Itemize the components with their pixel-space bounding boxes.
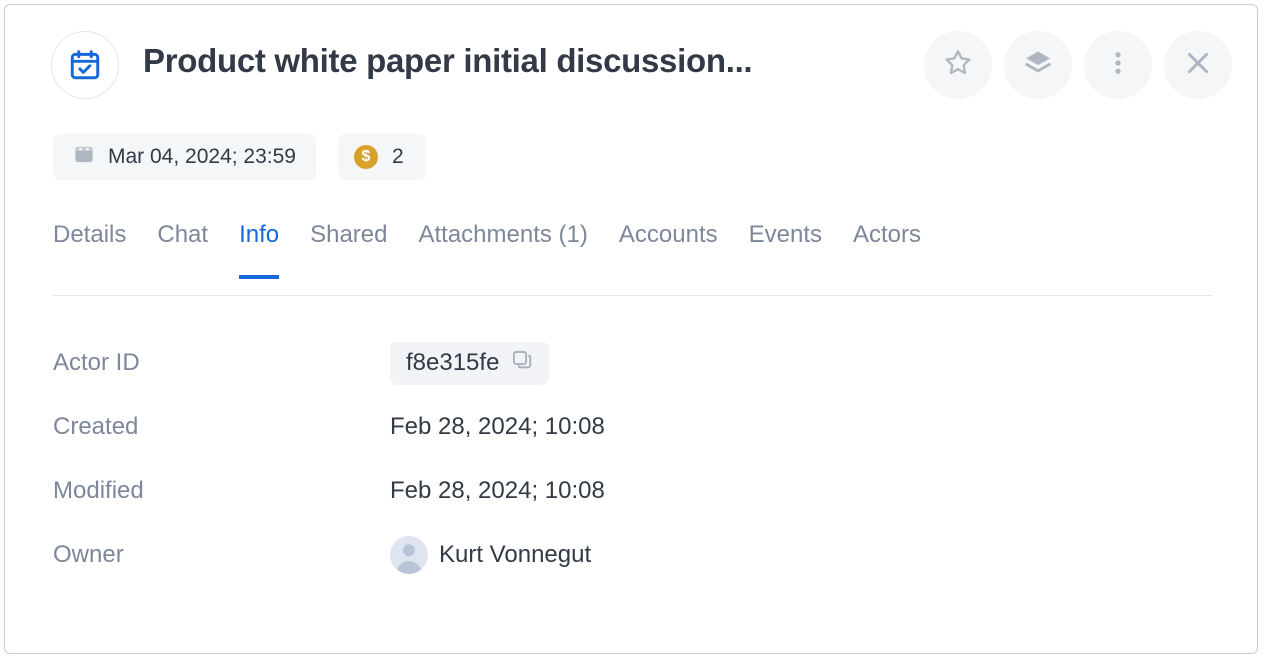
info-row-actor-id: Actor ID f8e315fe <box>53 331 1153 395</box>
tab-chat[interactable]: Chat <box>157 221 208 279</box>
tab-bar: Details Chat Info Shared Attachments (1)… <box>53 221 921 279</box>
tab-attachments[interactable]: Attachments (1) <box>418 221 587 279</box>
owner-value: Kurt Vonnegut <box>390 536 591 574</box>
close-icon <box>1182 47 1214 84</box>
actor-id-text: f8e315fe <box>406 349 500 376</box>
tab-divider <box>53 295 1213 296</box>
info-row-created: Created Feb 28, 2024; 10:08 <box>53 395 1153 459</box>
layers-button[interactable] <box>1004 31 1072 99</box>
owner-label: Owner <box>53 541 124 568</box>
info-list: Actor ID f8e315fe Created Feb 28, 2024; … <box>53 331 1153 587</box>
detail-panel: Product white paper initial discussion..… <box>4 4 1258 654</box>
copy-icon <box>511 349 533 378</box>
info-row-modified: Modified Feb 28, 2024; 10:08 <box>53 459 1153 523</box>
due-date-text: Mar 04, 2024; 23:59 <box>108 145 296 168</box>
avatar <box>390 536 428 574</box>
modified-value: Feb 28, 2024; 10:08 <box>390 477 605 504</box>
dollar-coin-icon: $ <box>353 145 378 169</box>
page-title: Product white paper initial discussion..… <box>143 42 753 79</box>
tab-accounts[interactable]: Accounts <box>619 221 718 279</box>
three-dots-vertical-icon <box>1103 48 1133 83</box>
favorite-button[interactable] <box>924 31 992 99</box>
created-label: Created <box>53 413 139 440</box>
close-button[interactable] <box>1164 31 1232 99</box>
modified-label: Modified <box>53 477 144 504</box>
due-date-chip[interactable]: Mar 04, 2024; 23:59 <box>53 134 316 180</box>
points-value: 2 <box>391 145 404 168</box>
tab-shared[interactable]: Shared <box>310 221 387 279</box>
tab-events[interactable]: Events <box>749 221 822 279</box>
tab-actors[interactable]: Actors <box>853 221 921 279</box>
tab-info[interactable]: Info <box>239 221 280 279</box>
more-options-button[interactable] <box>1084 31 1152 99</box>
points-chip[interactable]: $ 2 <box>337 134 426 180</box>
tab-details[interactable]: Details <box>53 221 126 279</box>
layers-icon <box>1022 47 1054 84</box>
star-icon <box>942 47 974 84</box>
header-actions <box>924 31 1232 99</box>
owner-name: Kurt Vonnegut <box>439 541 592 568</box>
info-row-owner: Owner Kurt Vonnegut <box>53 523 1153 587</box>
copy-actor-id-button[interactable]: f8e315fe <box>390 341 550 385</box>
calendar-check-icon <box>51 31 119 99</box>
panel-header: Product white paper initial discussion..… <box>5 5 1257 123</box>
actor-id-label: Actor ID <box>53 349 140 376</box>
created-value: Feb 28, 2024; 10:08 <box>390 413 605 440</box>
actor-id-value: f8e315fe <box>390 341 550 385</box>
meta-chips: Mar 04, 2024; 23:59 $ 2 <box>53 134 426 180</box>
calendar-icon <box>73 143 95 171</box>
